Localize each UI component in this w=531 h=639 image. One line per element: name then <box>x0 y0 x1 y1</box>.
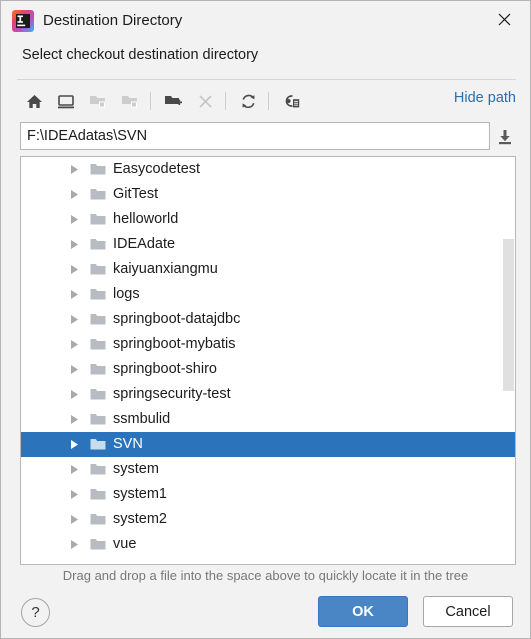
folder-icon <box>89 482 107 507</box>
tree-row[interactable]: system2 <box>21 507 515 532</box>
tree-expand-arrow-icon[interactable] <box>67 182 81 207</box>
tree-row-label: system <box>113 461 159 477</box>
folder-icon <box>89 332 107 357</box>
download-icon[interactable] <box>494 126 516 148</box>
tree-row[interactable]: ssmbulid <box>21 407 515 432</box>
intellij-idea-logo-icon <box>12 10 34 32</box>
tree-expand-arrow-icon[interactable] <box>67 332 81 357</box>
path-input[interactable] <box>20 122 490 150</box>
close-icon[interactable] <box>482 3 526 35</box>
folder-icon <box>89 282 107 307</box>
tree-row-label: springboot-shiro <box>113 361 217 377</box>
toolbar-separator <box>150 92 151 110</box>
tree-row[interactable]: system <box>21 457 515 482</box>
tree-expand-arrow-icon[interactable] <box>67 532 81 557</box>
tree-row-label: IDEAdate <box>113 236 176 252</box>
help-button[interactable]: ? <box>21 598 50 627</box>
tree-scrollbar-thumb[interactable] <box>503 239 514 391</box>
tree-expand-arrow-icon[interactable] <box>67 407 81 432</box>
tree-row-label: logs <box>113 286 140 302</box>
folder-icon <box>89 407 107 432</box>
tree-row-label: kaiyuanxiangmu <box>113 261 218 277</box>
folder-icon <box>89 182 107 207</box>
folder-icon <box>89 207 107 232</box>
tree-row-label: SVN <box>113 436 143 452</box>
tree-expand-arrow-icon[interactable] <box>67 307 81 332</box>
tree-expand-arrow-icon[interactable] <box>67 482 81 507</box>
tree-row-label: vue <box>113 536 137 552</box>
tree-row[interactable]: Easycodetest <box>21 157 515 182</box>
tree-row[interactable]: kaiyuanxiangmu <box>21 257 515 282</box>
toolbar-separator <box>225 92 226 110</box>
drag-drop-hint: Drag and drop a file into the space abov… <box>62 568 469 583</box>
ok-button[interactable]: OK <box>318 596 408 627</box>
tree-row[interactable]: system1 <box>21 482 515 507</box>
tree-row[interactable]: SVN <box>21 432 515 457</box>
tree-row[interactable]: IDEAdate <box>21 232 515 257</box>
folder-icon <box>89 357 107 382</box>
folder-icon <box>89 232 107 257</box>
toolbar-separator <box>268 92 269 110</box>
directory-tree[interactable]: Easycodetest GitTest helloworld IDEAdate kai… <box>21 157 515 564</box>
tree-row-label: springboot-datajdbc <box>113 311 241 327</box>
path-row <box>20 122 516 150</box>
tree-row-label: ssmbulid <box>113 411 171 427</box>
tree-row[interactable]: springsecurity-test <box>21 382 515 407</box>
tree-expand-arrow-icon[interactable] <box>67 157 81 182</box>
tree-scrollbar[interactable] <box>503 157 514 564</box>
folder-icon <box>89 382 107 407</box>
tree-expand-arrow-icon[interactable] <box>67 507 81 532</box>
folder-icon <box>89 532 107 557</box>
destination-directory-dialog: Destination Directory Select checkout de… <box>0 0 531 639</box>
titlebar: Destination Directory <box>1 1 530 39</box>
tree-row[interactable]: vue <box>21 532 515 557</box>
tree-row[interactable]: logs <box>21 282 515 307</box>
folder-icon <box>89 257 107 282</box>
cancel-button[interactable]: Cancel <box>423 596 513 627</box>
tree-expand-arrow-icon[interactable] <box>67 232 81 257</box>
folder-icon <box>89 307 107 332</box>
tree-expand-arrow-icon[interactable] <box>67 207 81 232</box>
home-icon[interactable] <box>21 88 47 114</box>
folder-icon <box>89 432 107 457</box>
refresh-icon[interactable] <box>235 88 261 114</box>
tree-row[interactable]: springboot-datajdbc <box>21 307 515 332</box>
tree-row-label: springsecurity-test <box>113 386 231 402</box>
tree-expand-arrow-icon[interactable] <box>67 257 81 282</box>
collapse-folder-icon <box>85 88 111 114</box>
show-hidden-files-icon[interactable] <box>278 88 304 114</box>
expand-folder-icon <box>117 88 143 114</box>
tree-row-label: GitTest <box>113 186 159 202</box>
hide-path-link[interactable]: Hide path <box>454 90 516 106</box>
tree-row-label: system2 <box>113 511 167 527</box>
folder-icon <box>89 157 107 182</box>
tree-row[interactable]: helloworld <box>21 207 515 232</box>
tree-row[interactable]: springboot-shiro <box>21 357 515 382</box>
new-folder-icon[interactable] <box>160 88 186 114</box>
directory-tree-panel: Easycodetest GitTest helloworld IDEAdate kai… <box>20 156 516 565</box>
tree-expand-arrow-icon[interactable] <box>67 357 81 382</box>
tree-row-label: system1 <box>113 486 167 502</box>
folder-icon <box>89 457 107 482</box>
toolbar: Hide path <box>17 84 516 117</box>
tree-row[interactable]: GitTest <box>21 182 515 207</box>
tree-row-label: Easycodetest <box>113 161 201 177</box>
tree-row-label: springboot-mybatis <box>113 336 236 352</box>
desktop-icon[interactable] <box>53 88 79 114</box>
tree-expand-arrow-icon[interactable] <box>67 432 81 457</box>
window-title: Destination Directory <box>43 12 183 29</box>
tree-expand-arrow-icon[interactable] <box>67 382 81 407</box>
tree-row[interactable]: springboot-mybatis <box>21 332 515 357</box>
tree-expand-arrow-icon[interactable] <box>67 457 81 482</box>
header-divider <box>17 79 516 80</box>
tree-expand-arrow-icon[interactable] <box>67 282 81 307</box>
folder-icon <box>89 507 107 532</box>
tree-row-label: helloworld <box>113 211 179 227</box>
dialog-subtitle: Select checkout destination directory <box>22 47 259 63</box>
delete-icon <box>192 88 218 114</box>
